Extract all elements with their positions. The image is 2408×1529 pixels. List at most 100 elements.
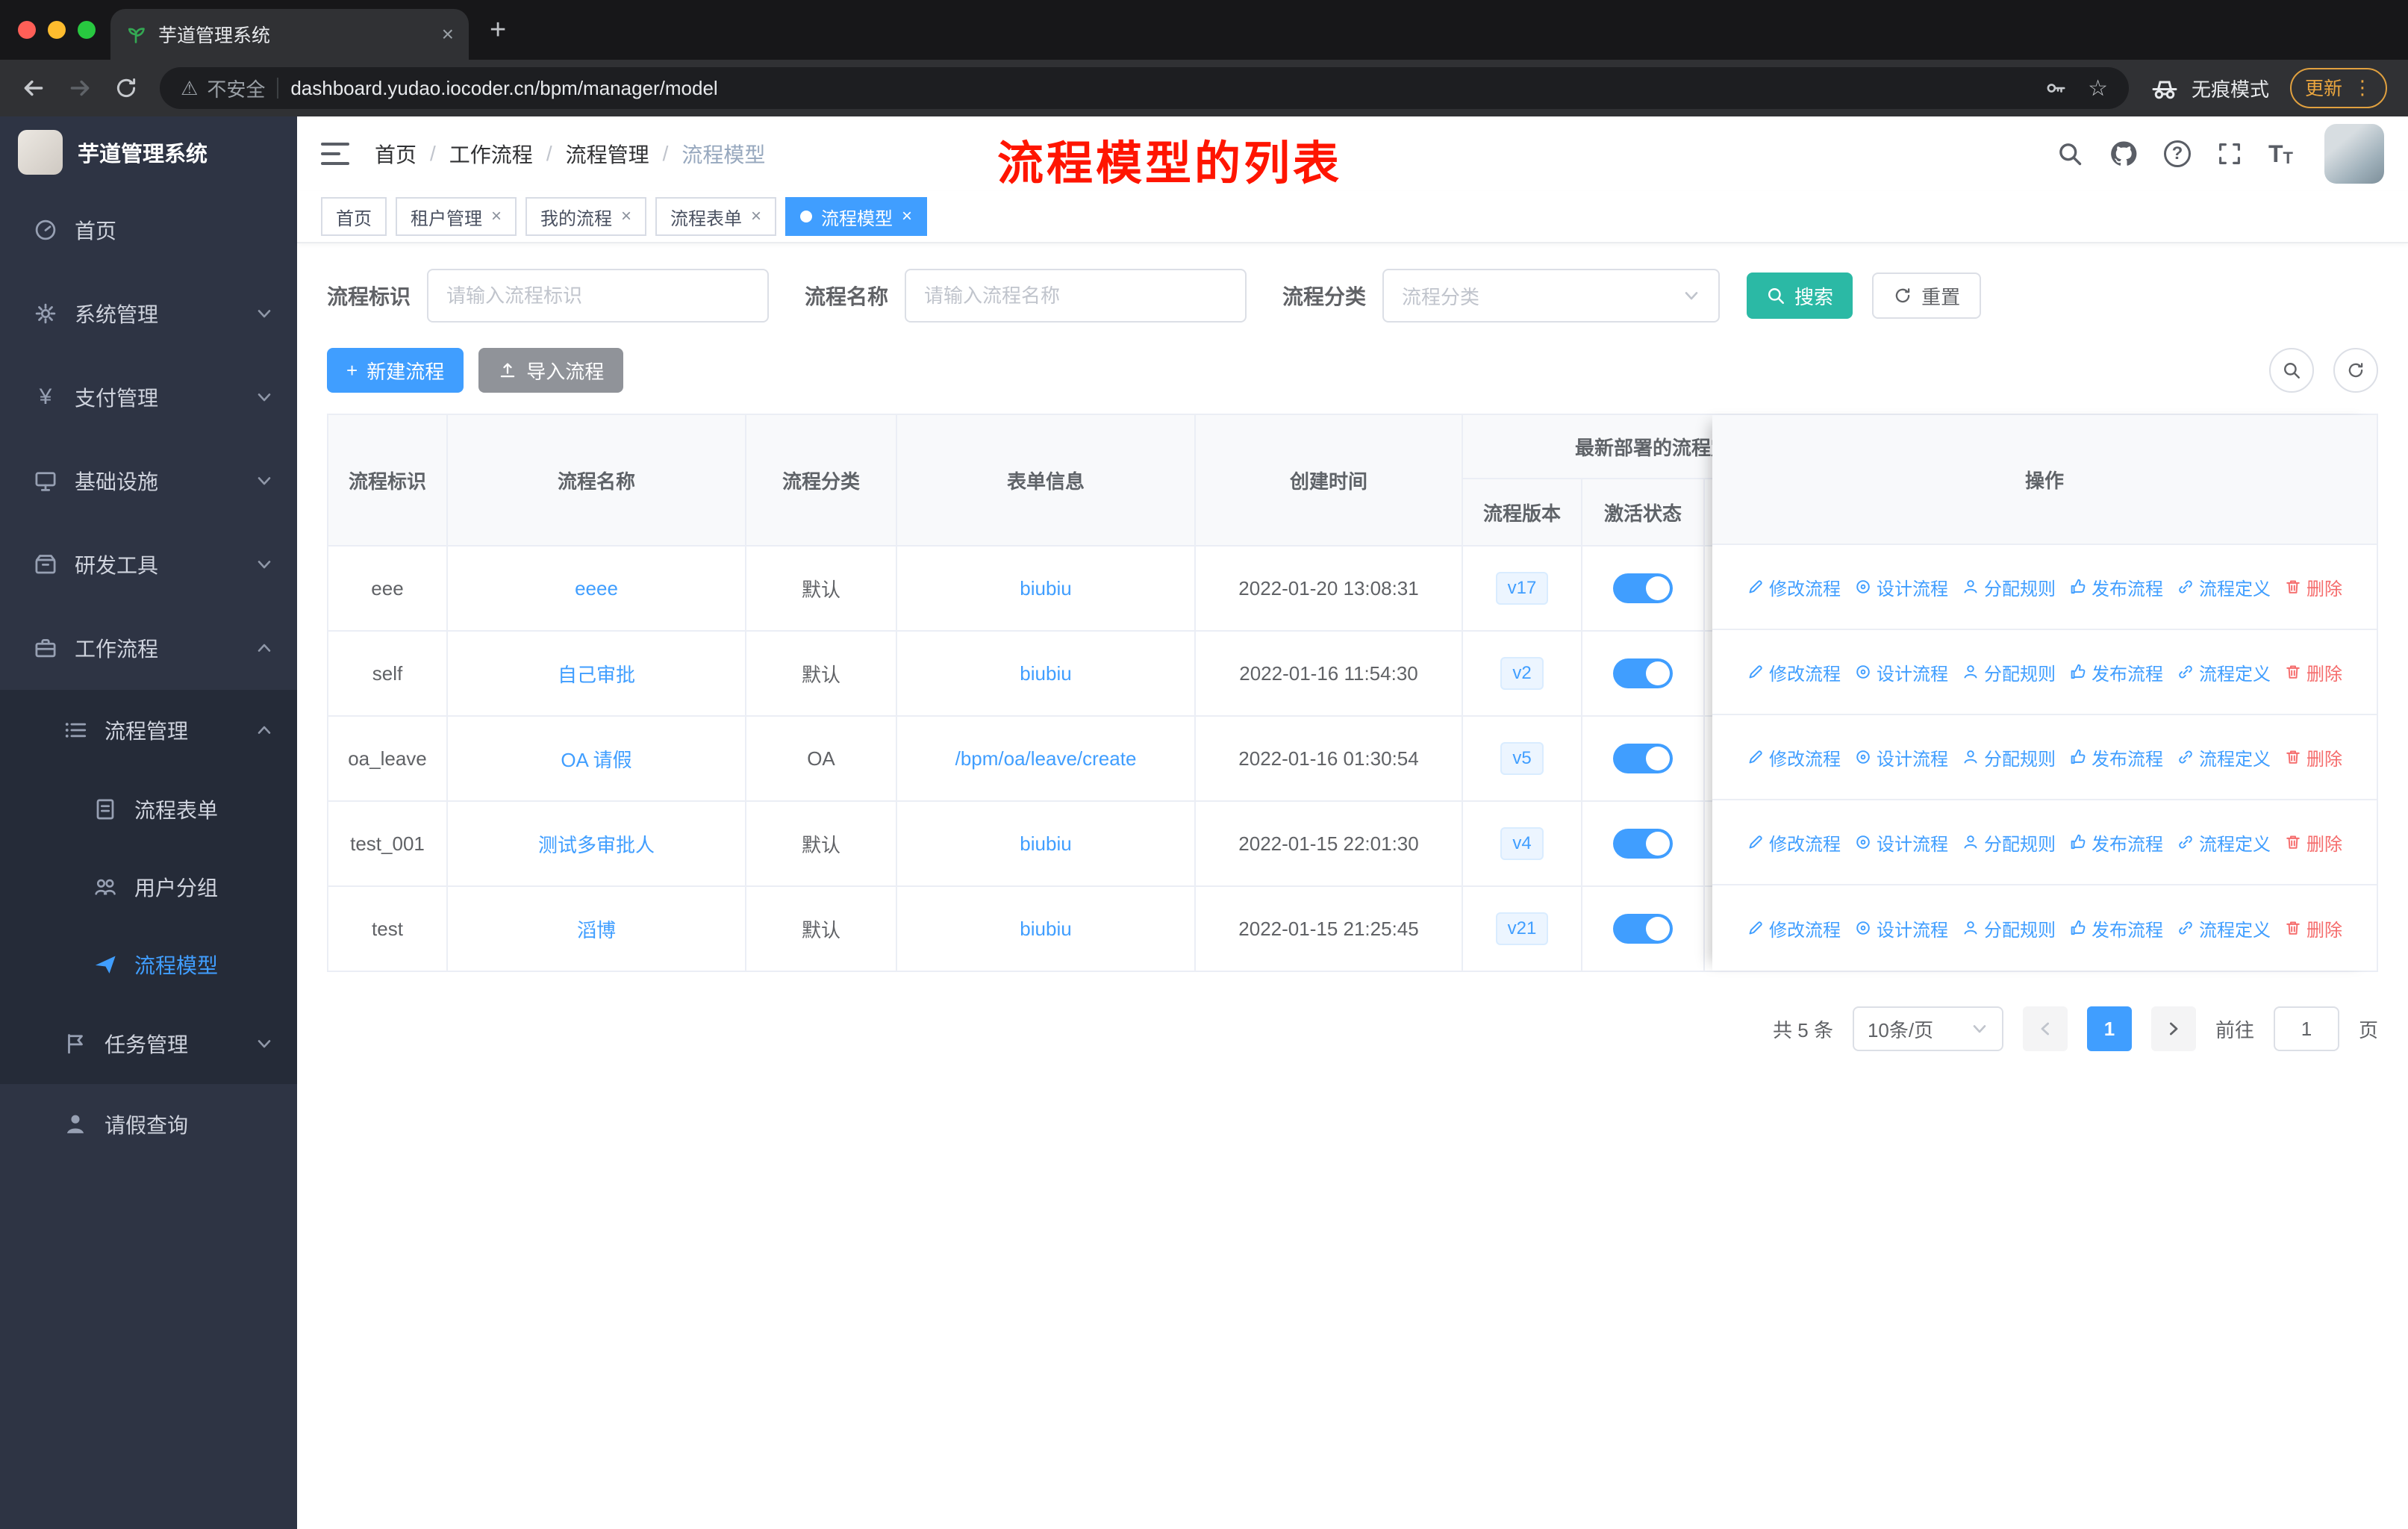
- tag-tenant[interactable]: 租户管理 ×: [396, 197, 517, 236]
- op-assign-rule[interactable]: 分配规则: [1962, 744, 2056, 770]
- op-modify[interactable]: 修改流程: [1747, 574, 1841, 600]
- op-delete[interactable]: 删除: [2284, 574, 2342, 600]
- close-icon[interactable]: ×: [491, 206, 502, 227]
- process-name-link[interactable]: eeee: [575, 577, 618, 600]
- op-publish[interactable]: 发布流程: [2069, 915, 2163, 941]
- next-page-button[interactable]: [2150, 1006, 2196, 1051]
- op-definition[interactable]: 流程定义: [2177, 744, 2271, 770]
- current-page-button[interactable]: 1: [2086, 1006, 2132, 1051]
- op-modify[interactable]: 修改流程: [1747, 915, 1841, 941]
- import-process-button[interactable]: 导入流程: [478, 348, 624, 393]
- search-button[interactable]: 搜索: [1747, 273, 1853, 319]
- browser-tab[interactable]: 芋道管理系统 ×: [110, 9, 469, 60]
- op-design[interactable]: 设计流程: [1854, 659, 1948, 685]
- sidebar-item-system[interactable]: 系统管理: [0, 272, 297, 355]
- status-toggle[interactable]: [1613, 914, 1673, 944]
- tag-my-process[interactable]: 我的流程 ×: [525, 197, 647, 236]
- goto-page-input[interactable]: [2273, 1006, 2339, 1051]
- window-close-button[interactable]: [18, 21, 36, 39]
- form-link[interactable]: /bpm/oa/leave/create: [955, 747, 1137, 770]
- sidebar-item-user-group[interactable]: 用户分组: [0, 848, 297, 926]
- tag-process-model[interactable]: 流程模型 ×: [785, 197, 928, 236]
- form-link[interactable]: biubiu: [1020, 577, 1071, 600]
- fullscreen-icon[interactable]: [2216, 140, 2243, 167]
- process-name-link[interactable]: 自己审批: [558, 660, 635, 688]
- op-design[interactable]: 设计流程: [1854, 829, 1948, 856]
- op-delete[interactable]: 删除: [2284, 915, 2342, 941]
- op-assign-rule[interactable]: 分配规则: [1962, 829, 2056, 856]
- prev-page-button[interactable]: [2022, 1006, 2068, 1051]
- op-modify[interactable]: 修改流程: [1747, 744, 1841, 770]
- github-icon[interactable]: [2109, 139, 2139, 169]
- op-design[interactable]: 设计流程: [1854, 574, 1948, 600]
- toggle-search-button[interactable]: [2269, 348, 2314, 393]
- security-status[interactable]: ⚠ 不安全: [181, 75, 265, 102]
- sidebar-item-infra[interactable]: 基础设施: [0, 439, 297, 523]
- op-modify[interactable]: 修改流程: [1747, 829, 1841, 856]
- tab-close-icon[interactable]: ×: [442, 22, 454, 46]
- form-link[interactable]: biubiu: [1020, 918, 1071, 941]
- close-icon[interactable]: ×: [621, 206, 631, 227]
- sidebar-item-process-mgmt[interactable]: 流程管理: [0, 690, 297, 770]
- sidebar-item-home[interactable]: 首页: [0, 188, 297, 272]
- process-name-input[interactable]: [905, 269, 1247, 323]
- op-publish[interactable]: 发布流程: [2069, 574, 2163, 600]
- breadcrumb-home[interactable]: 首页: [375, 139, 417, 169]
- process-id-input[interactable]: [427, 269, 770, 323]
- process-name-link[interactable]: 滔博: [577, 915, 616, 943]
- op-delete[interactable]: 删除: [2284, 829, 2342, 856]
- browser-menu-icon[interactable]: ⋮: [2353, 76, 2372, 99]
- key-icon[interactable]: [2044, 77, 2067, 99]
- status-toggle[interactable]: [1613, 658, 1673, 688]
- refresh-table-button[interactable]: [2333, 348, 2378, 393]
- form-link[interactable]: biubiu: [1020, 662, 1071, 685]
- sidebar-item-leave-query[interactable]: 请假查询: [0, 1084, 297, 1165]
- sidebar-item-task-mgmt[interactable]: 任务管理: [0, 1003, 297, 1084]
- sidebar-collapse-button[interactable]: [321, 143, 349, 165]
- new-tab-button[interactable]: +: [490, 0, 506, 60]
- tag-home[interactable]: 首页: [321, 197, 387, 236]
- sidebar-item-payment[interactable]: ¥ 支付管理: [0, 355, 297, 439]
- breadcrumb-workflow[interactable]: 工作流程: [449, 139, 533, 169]
- status-toggle[interactable]: [1613, 829, 1673, 859]
- op-design[interactable]: 设计流程: [1854, 744, 1948, 770]
- op-assign-rule[interactable]: 分配规则: [1962, 659, 2056, 685]
- user-avatar[interactable]: [2324, 124, 2384, 184]
- sidebar-item-process-model[interactable]: 流程模型: [0, 926, 297, 1003]
- op-assign-rule[interactable]: 分配规则: [1962, 574, 2056, 600]
- op-definition[interactable]: 流程定义: [2177, 659, 2271, 685]
- op-publish[interactable]: 发布流程: [2069, 744, 2163, 770]
- help-icon[interactable]: ?: [2164, 140, 2191, 167]
- status-toggle[interactable]: [1613, 744, 1673, 773]
- op-delete[interactable]: 删除: [2284, 744, 2342, 770]
- op-publish[interactable]: 发布流程: [2069, 829, 2163, 856]
- sidebar-item-workflow[interactable]: 工作流程: [0, 606, 297, 690]
- bookmark-star-icon[interactable]: ☆: [2088, 75, 2108, 102]
- search-icon[interactable]: [2056, 140, 2083, 167]
- font-size-icon[interactable]: TT: [2268, 140, 2293, 168]
- reset-button[interactable]: 重置: [1872, 273, 1982, 319]
- refresh-icon[interactable]: [113, 75, 139, 101]
- status-toggle[interactable]: [1613, 573, 1673, 603]
- address-bar[interactable]: ⚠ 不安全 dashboard.yudao.iocoder.cn/bpm/man…: [160, 67, 2129, 109]
- browser-update-button[interactable]: 更新 ⋮: [2289, 68, 2387, 108]
- op-definition[interactable]: 流程定义: [2177, 829, 2271, 856]
- op-definition[interactable]: 流程定义: [2177, 915, 2271, 941]
- op-definition[interactable]: 流程定义: [2177, 574, 2271, 600]
- tag-process-form[interactable]: 流程表单 ×: [655, 197, 777, 236]
- process-name-link[interactable]: 测试多审批人: [538, 830, 655, 858]
- sidebar-item-devtools[interactable]: 研发工具: [0, 523, 297, 606]
- close-icon[interactable]: ×: [902, 206, 912, 227]
- process-name-link[interactable]: OA 请假: [561, 745, 631, 773]
- create-process-button[interactable]: + 新建流程: [327, 348, 464, 393]
- sidebar-item-process-form[interactable]: 流程表单: [0, 770, 297, 848]
- window-minimize-button[interactable]: [48, 21, 66, 39]
- op-publish[interactable]: 发布流程: [2069, 659, 2163, 685]
- category-select[interactable]: 流程分类: [1382, 269, 1721, 323]
- back-icon[interactable]: [21, 75, 46, 101]
- form-link[interactable]: biubiu: [1020, 832, 1071, 856]
- window-zoom-button[interactable]: [78, 21, 96, 39]
- page-size-select[interactable]: 10条/页: [1852, 1006, 2003, 1051]
- close-icon[interactable]: ×: [751, 206, 761, 227]
- breadcrumb-process-mgmt[interactable]: 流程管理: [566, 139, 649, 169]
